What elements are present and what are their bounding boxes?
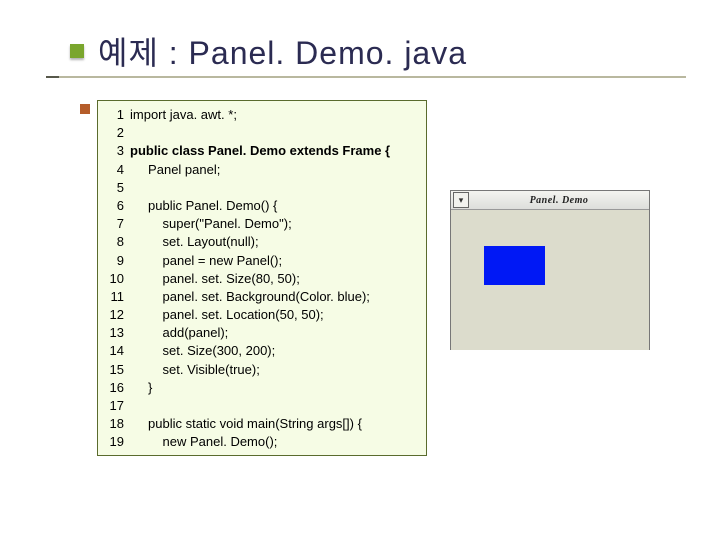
code-line: 16 } — [102, 380, 422, 398]
demo-window-title: Panel. Demo — [469, 195, 649, 206]
slide-title: 예제 : Panel. Demo. java — [98, 28, 467, 74]
code-line: 8 set. Layout(null); — [102, 234, 422, 252]
sub-bullet-icon — [80, 104, 90, 114]
code-line: 15 set. Visible(true); — [102, 362, 422, 380]
code-line: 1 import java. awt. *; — [102, 107, 422, 125]
line-number: 17 — [102, 398, 124, 413]
code-line: 17 — [102, 398, 422, 416]
line-number: 1 — [102, 107, 124, 122]
demo-window-titlebar: ▾ Panel. Demo — [451, 191, 649, 210]
code-text: super("Panel. Demo"); — [130, 216, 292, 231]
title-underline — [46, 76, 686, 78]
line-number: 19 — [102, 434, 124, 449]
line-number: 6 — [102, 198, 124, 213]
line-number: 14 — [102, 343, 124, 358]
line-number: 8 — [102, 234, 124, 249]
code-text: new Panel. Demo(); — [130, 434, 277, 449]
code-text: } — [130, 380, 152, 395]
line-number: 11 — [102, 289, 124, 304]
code-line: 12 panel. set. Location(50, 50); — [102, 307, 422, 325]
code-text: public Panel. Demo() { — [130, 198, 277, 213]
code-block: 1 import java. awt. *; 2 3 public class Pane… — [97, 100, 427, 456]
code-line: 13 add(panel); — [102, 325, 422, 343]
code-text: public static void main(String args[]) { — [130, 416, 362, 431]
line-number: 15 — [102, 362, 124, 377]
code-text: set. Visible(true); — [130, 362, 260, 377]
line-number: 4 — [102, 162, 124, 177]
code-line: 6 public Panel. Demo() { — [102, 198, 422, 216]
line-number: 10 — [102, 271, 124, 286]
line-number: 3 — [102, 143, 124, 158]
code-line: 9 panel = new Panel(); — [102, 253, 422, 271]
code-line: 5 — [102, 180, 422, 198]
code-line: 18 public static void main(String args[]… — [102, 416, 422, 434]
line-number: 12 — [102, 307, 124, 322]
code-line: 14 set. Size(300, 200); — [102, 343, 422, 361]
code-text: panel = new Panel(); — [130, 253, 282, 268]
code-text: panel. set. Background(Color. blue); — [130, 289, 370, 304]
demo-blue-panel — [484, 246, 545, 285]
code-line: 3 public class Panel. Demo extends Frame … — [102, 143, 422, 161]
code-text: set. Size(300, 200); — [130, 343, 275, 358]
code-line: 7 super("Panel. Demo"); — [102, 216, 422, 234]
line-number: 5 — [102, 180, 124, 195]
line-number: 7 — [102, 216, 124, 231]
code-line: 19 new Panel. Demo(); — [102, 434, 422, 452]
code-text: add(panel); — [130, 325, 228, 340]
code-line: 10 panel. set. Size(80, 50); — [102, 271, 422, 289]
line-number: 16 — [102, 380, 124, 395]
slide-title-row: 예제 : Panel. Demo. java — [70, 28, 467, 74]
code-text: panel. set. Size(80, 50); — [130, 271, 300, 286]
code-line: 2 — [102, 125, 422, 143]
line-number: 18 — [102, 416, 124, 431]
code-text: Panel panel; — [130, 162, 220, 177]
line-number: 13 — [102, 325, 124, 340]
code-line: 4 Panel panel; — [102, 162, 422, 180]
code-text: import java. awt. *; — [130, 107, 237, 122]
system-menu-glyph: ▾ — [459, 195, 464, 206]
line-number: 2 — [102, 125, 124, 140]
line-number: 9 — [102, 253, 124, 268]
code-text: set. Layout(null); — [130, 234, 259, 249]
code-line: 11 panel. set. Background(Color. blue); — [102, 289, 422, 307]
demo-window: ▾ Panel. Demo — [450, 190, 650, 350]
demo-window-body — [451, 210, 649, 350]
code-text: public class Panel. Demo extends Frame { — [130, 143, 390, 158]
title-bullet-icon — [70, 44, 84, 58]
code-text: panel. set. Location(50, 50); — [130, 307, 324, 322]
system-menu-icon[interactable]: ▾ — [453, 192, 469, 208]
